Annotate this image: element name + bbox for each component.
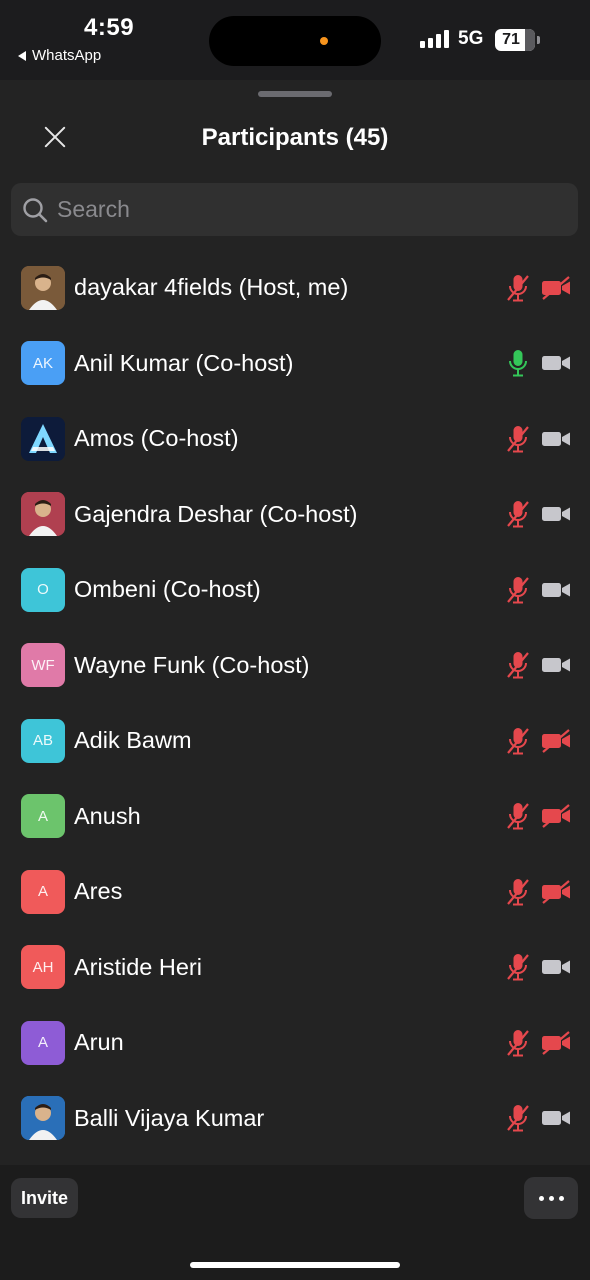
video-camera-off-icon[interactable] (540, 879, 572, 904)
avatar (21, 416, 65, 461)
participant-row[interactable]: A Ares (0, 854, 590, 930)
participant-row[interactable]: AH Aristide Heri (0, 930, 590, 1006)
avatar: AB (21, 718, 65, 763)
microphone-muted-icon[interactable] (505, 801, 531, 831)
microphone-muted-icon[interactable] (505, 952, 531, 982)
avatar: AK (21, 341, 65, 386)
participant-name: Ares (74, 878, 123, 905)
mic-in-use-indicator-icon (320, 37, 328, 45)
more-options-button[interactable] (524, 1177, 578, 1219)
avatar: AH (21, 945, 65, 990)
participant-name: Wayne Funk (Co-host) (74, 651, 310, 678)
microphone-muted-icon[interactable] (505, 273, 531, 303)
more-dot-icon (548, 1195, 554, 1201)
participant-name: Anush (74, 802, 141, 829)
participant-name: Amos (Co-host) (74, 425, 239, 452)
participant-row[interactable]: A Arun (0, 1005, 590, 1081)
search-input[interactable] (57, 196, 537, 223)
video-camera-icon[interactable] (540, 578, 572, 602)
participant-row[interactable]: AK Anil Kumar (Co-host) (0, 326, 590, 402)
microphone-muted-icon[interactable] (505, 575, 531, 605)
video-camera-icon[interactable] (540, 955, 572, 979)
video-camera-icon[interactable] (540, 502, 572, 526)
status-time: 4:59 (84, 14, 135, 41)
sheet-grabber-handle[interactable] (258, 91, 332, 97)
participants-sheet: Participants (45) dayakar 4fields (Host,… (0, 80, 590, 1280)
video-camera-off-icon[interactable] (540, 804, 572, 829)
microphone-muted-icon[interactable] (505, 1028, 531, 1058)
avatar (21, 1096, 65, 1141)
network-type: 5G (458, 28, 484, 49)
participant-row[interactable]: Amos (Co-host) (0, 401, 590, 477)
video-camera-icon[interactable] (540, 427, 572, 451)
participant-row[interactable]: O Ombeni (Co-host) (0, 552, 590, 628)
microphone-muted-icon[interactable] (505, 1103, 531, 1133)
participant-row[interactable]: A Anush (0, 779, 590, 855)
participant-row[interactable]: Balli Vijaya Kumar (0, 1081, 590, 1157)
participant-row[interactable]: AB Adik Bawm (0, 703, 590, 779)
dynamic-island (209, 16, 381, 66)
home-indicator[interactable] (190, 1262, 400, 1268)
participant-row[interactable]: WF Wayne Funk (Co-host) (0, 628, 590, 704)
status-bar: 4:59 WhatsApp 5G 71 (0, 0, 590, 80)
participant-row[interactable]: dayakar 4fields (Host, me) (0, 250, 590, 326)
back-to-app-link[interactable]: WhatsApp (18, 47, 101, 64)
video-camera-off-icon[interactable] (540, 728, 572, 753)
avatar: O (21, 567, 65, 612)
profile-photo-icon (21, 1096, 65, 1141)
avatar: WF (21, 643, 65, 688)
battery-icon: 71 (495, 29, 540, 51)
microphone-muted-icon[interactable] (505, 424, 531, 454)
avatar (21, 492, 65, 537)
participant-name: Arun (74, 1029, 124, 1056)
avatar: A (21, 869, 65, 914)
microphone-muted-icon[interactable] (505, 726, 531, 756)
avatar: A (21, 794, 65, 839)
invite-button[interactable]: Invite (11, 1178, 78, 1218)
amos-logo-icon (21, 416, 65, 461)
video-camera-icon[interactable] (540, 1106, 572, 1130)
participant-name: Gajendra Deshar (Co-host) (74, 500, 358, 527)
participant-list: dayakar 4fields (Host, me) AK Anil Kumar (… (0, 250, 590, 1156)
participant-name: Anil Kumar (Co-host) (74, 349, 294, 376)
search-icon (23, 197, 48, 222)
bottom-bar: Invite (0, 1165, 590, 1280)
microphone-muted-icon[interactable] (505, 650, 531, 680)
avatar: A (21, 1020, 65, 1065)
participant-name: Aristide Heri (74, 953, 202, 980)
participant-name: dayakar 4fields (Host, me) (74, 274, 349, 301)
more-dot-icon (538, 1195, 544, 1201)
video-camera-off-icon[interactable] (540, 1030, 572, 1055)
more-dot-icon (558, 1195, 564, 1201)
avatar (21, 265, 65, 310)
back-arrow-icon (18, 50, 26, 61)
video-camera-off-icon[interactable] (540, 275, 572, 300)
microphone-muted-icon[interactable] (505, 499, 531, 529)
microphone-icon[interactable] (505, 348, 531, 378)
page-title: Participants (45) (201, 124, 389, 151)
video-camera-icon[interactable] (540, 351, 572, 375)
profile-photo-icon (21, 492, 65, 537)
back-app-label: WhatsApp (32, 47, 102, 64)
profile-photo-icon (21, 265, 65, 310)
participant-name: Balli Vijaya Kumar (74, 1104, 265, 1131)
microphone-muted-icon[interactable] (505, 877, 531, 907)
participant-name: Adik Bawm (74, 727, 192, 754)
video-camera-icon[interactable] (540, 653, 572, 677)
battery-level: 71 (502, 31, 520, 48)
participant-name: Ombeni (Co-host) (74, 576, 261, 603)
cellular-signal-icon (420, 30, 449, 48)
search-bar[interactable] (11, 183, 578, 236)
participant-row[interactable]: Gajendra Deshar (Co-host) (0, 477, 590, 553)
